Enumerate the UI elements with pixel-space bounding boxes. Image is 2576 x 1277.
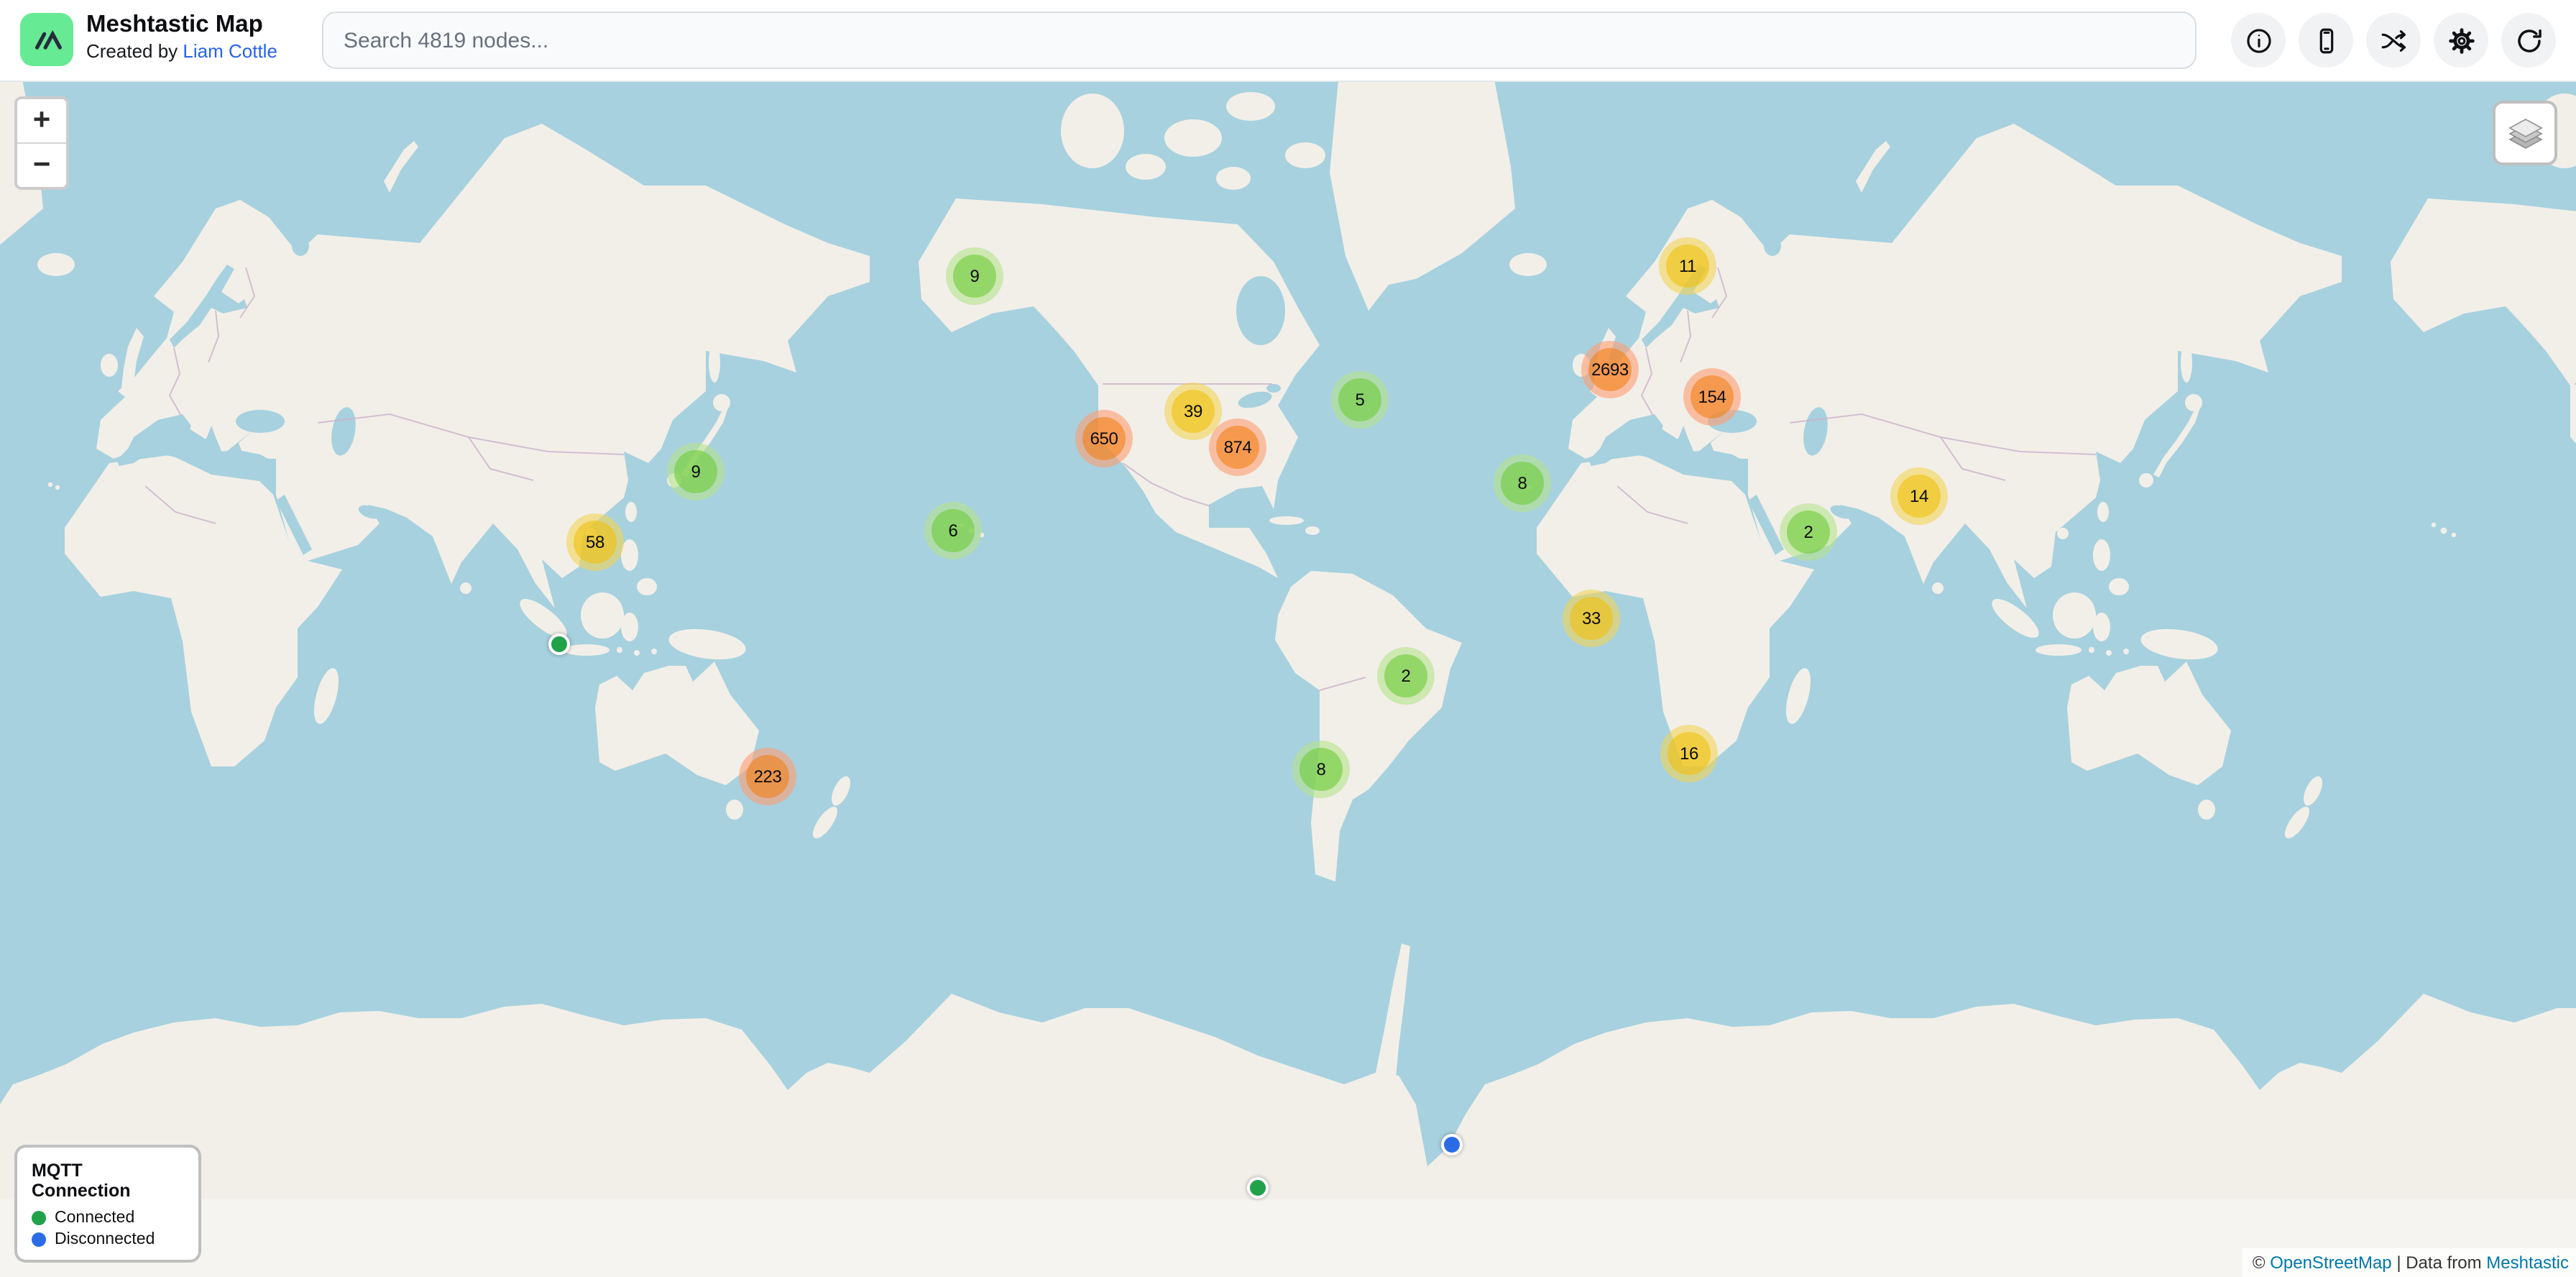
subtitle-prefix: Created by [86,40,183,62]
node-cluster-marker[interactable]: 5 [1331,371,1389,429]
legend-item-label: Disconnected [55,1231,155,1248]
node-cluster-marker[interactable]: 223 [739,748,796,805]
mobile-app-icon [2311,25,2341,55]
page-title: Meshtastic Map [86,12,277,39]
attribution-copyright: © [2253,1253,2270,1273]
top-bar: Meshtastic Map Created by Liam Cottle [0,0,2576,82]
node-marker-connected[interactable] [1247,1177,1269,1199]
zoom-in-button[interactable]: + [17,99,66,144]
page-subtitle: Created by Liam Cottle [86,42,277,63]
mobile-app-button[interactable] [2299,13,2353,68]
info-icon [2243,25,2273,55]
disconnected-dot [32,1232,46,1247]
meshtastic-logo-icon [28,21,65,58]
zoom-out-button[interactable]: − [17,144,66,187]
node-cluster-marker[interactable]: 14 [1890,467,1948,525]
layers-icon [2503,111,2547,155]
node-cluster-marker[interactable]: 16 [1660,725,1718,782]
mqtt-connection-legend: MQTT Connection Connected Disconnected [14,1145,201,1263]
author-link[interactable]: Liam Cottle [183,40,277,62]
meshtastic-link[interactable]: Meshtastic [2486,1253,2569,1273]
node-cluster-marker[interactable]: 6 [924,502,982,559]
node-cluster-marker[interactable]: 2 [1780,503,1837,561]
node-marker-connected[interactable] [548,633,570,655]
connected-dot [32,1211,46,1225]
legend-item-disconnected: Disconnected [32,1231,184,1248]
layers-control-button[interactable] [2493,101,2557,165]
meshtastic-map-app: 911269315439565087498142658332223816 + −… [0,0,2576,1277]
node-cluster-marker[interactable]: 9 [946,247,1003,305]
info-button[interactable] [2231,13,2286,68]
openstreetmap-link[interactable]: OpenStreetMap [2270,1253,2391,1273]
node-cluster-marker[interactable]: 2693 [1581,341,1639,398]
node-cluster-marker[interactable]: 154 [1683,368,1741,426]
stage: 911269315439565087498142658332223816 + −… [0,0,2576,1277]
node-cluster-marker[interactable]: 58 [566,513,624,571]
settings-button[interactable] [2434,13,2488,68]
header-buttons [2231,13,2556,68]
search-input[interactable] [322,12,2196,69]
node-cluster-marker[interactable]: 8 [1494,454,1551,512]
node-cluster-marker[interactable]: 650 [1075,410,1133,467]
legend-title: MQTT Connection [32,1161,184,1201]
refresh-button[interactable] [2501,13,2556,68]
node-cluster-marker[interactable]: 874 [1209,418,1266,476]
refresh-icon [2513,25,2544,55]
node-cluster-marker[interactable]: 33 [1563,590,1620,647]
settings-icon [2446,25,2476,55]
markers-layer: 911269315439565087498142658332223816 [0,81,2576,1277]
node-cluster-marker[interactable]: 11 [1659,237,1716,295]
zoom-control: + − [14,96,69,190]
title-block: Meshtastic Map Created by Liam Cottle [86,12,277,63]
node-cluster-marker[interactable]: 9 [667,443,724,500]
random-node-button[interactable] [2366,13,2421,68]
node-marker-disconnected[interactable] [1441,1134,1463,1155]
shuffle-random-node-icon [2378,25,2409,55]
node-cluster-marker[interactable]: 2 [1377,647,1435,705]
meshtastic-logo [20,13,73,66]
legend-item-label: Connected [55,1209,134,1227]
attribution-separator: | Data from [2392,1253,2487,1273]
map-attribution: © OpenStreetMap | Data from Meshtastic [2242,1248,2576,1277]
legend-item-connected: Connected [32,1209,184,1227]
world-map[interactable]: 911269315439565087498142658332223816 + −… [0,81,2576,1277]
node-cluster-marker[interactable]: 8 [1292,741,1350,798]
